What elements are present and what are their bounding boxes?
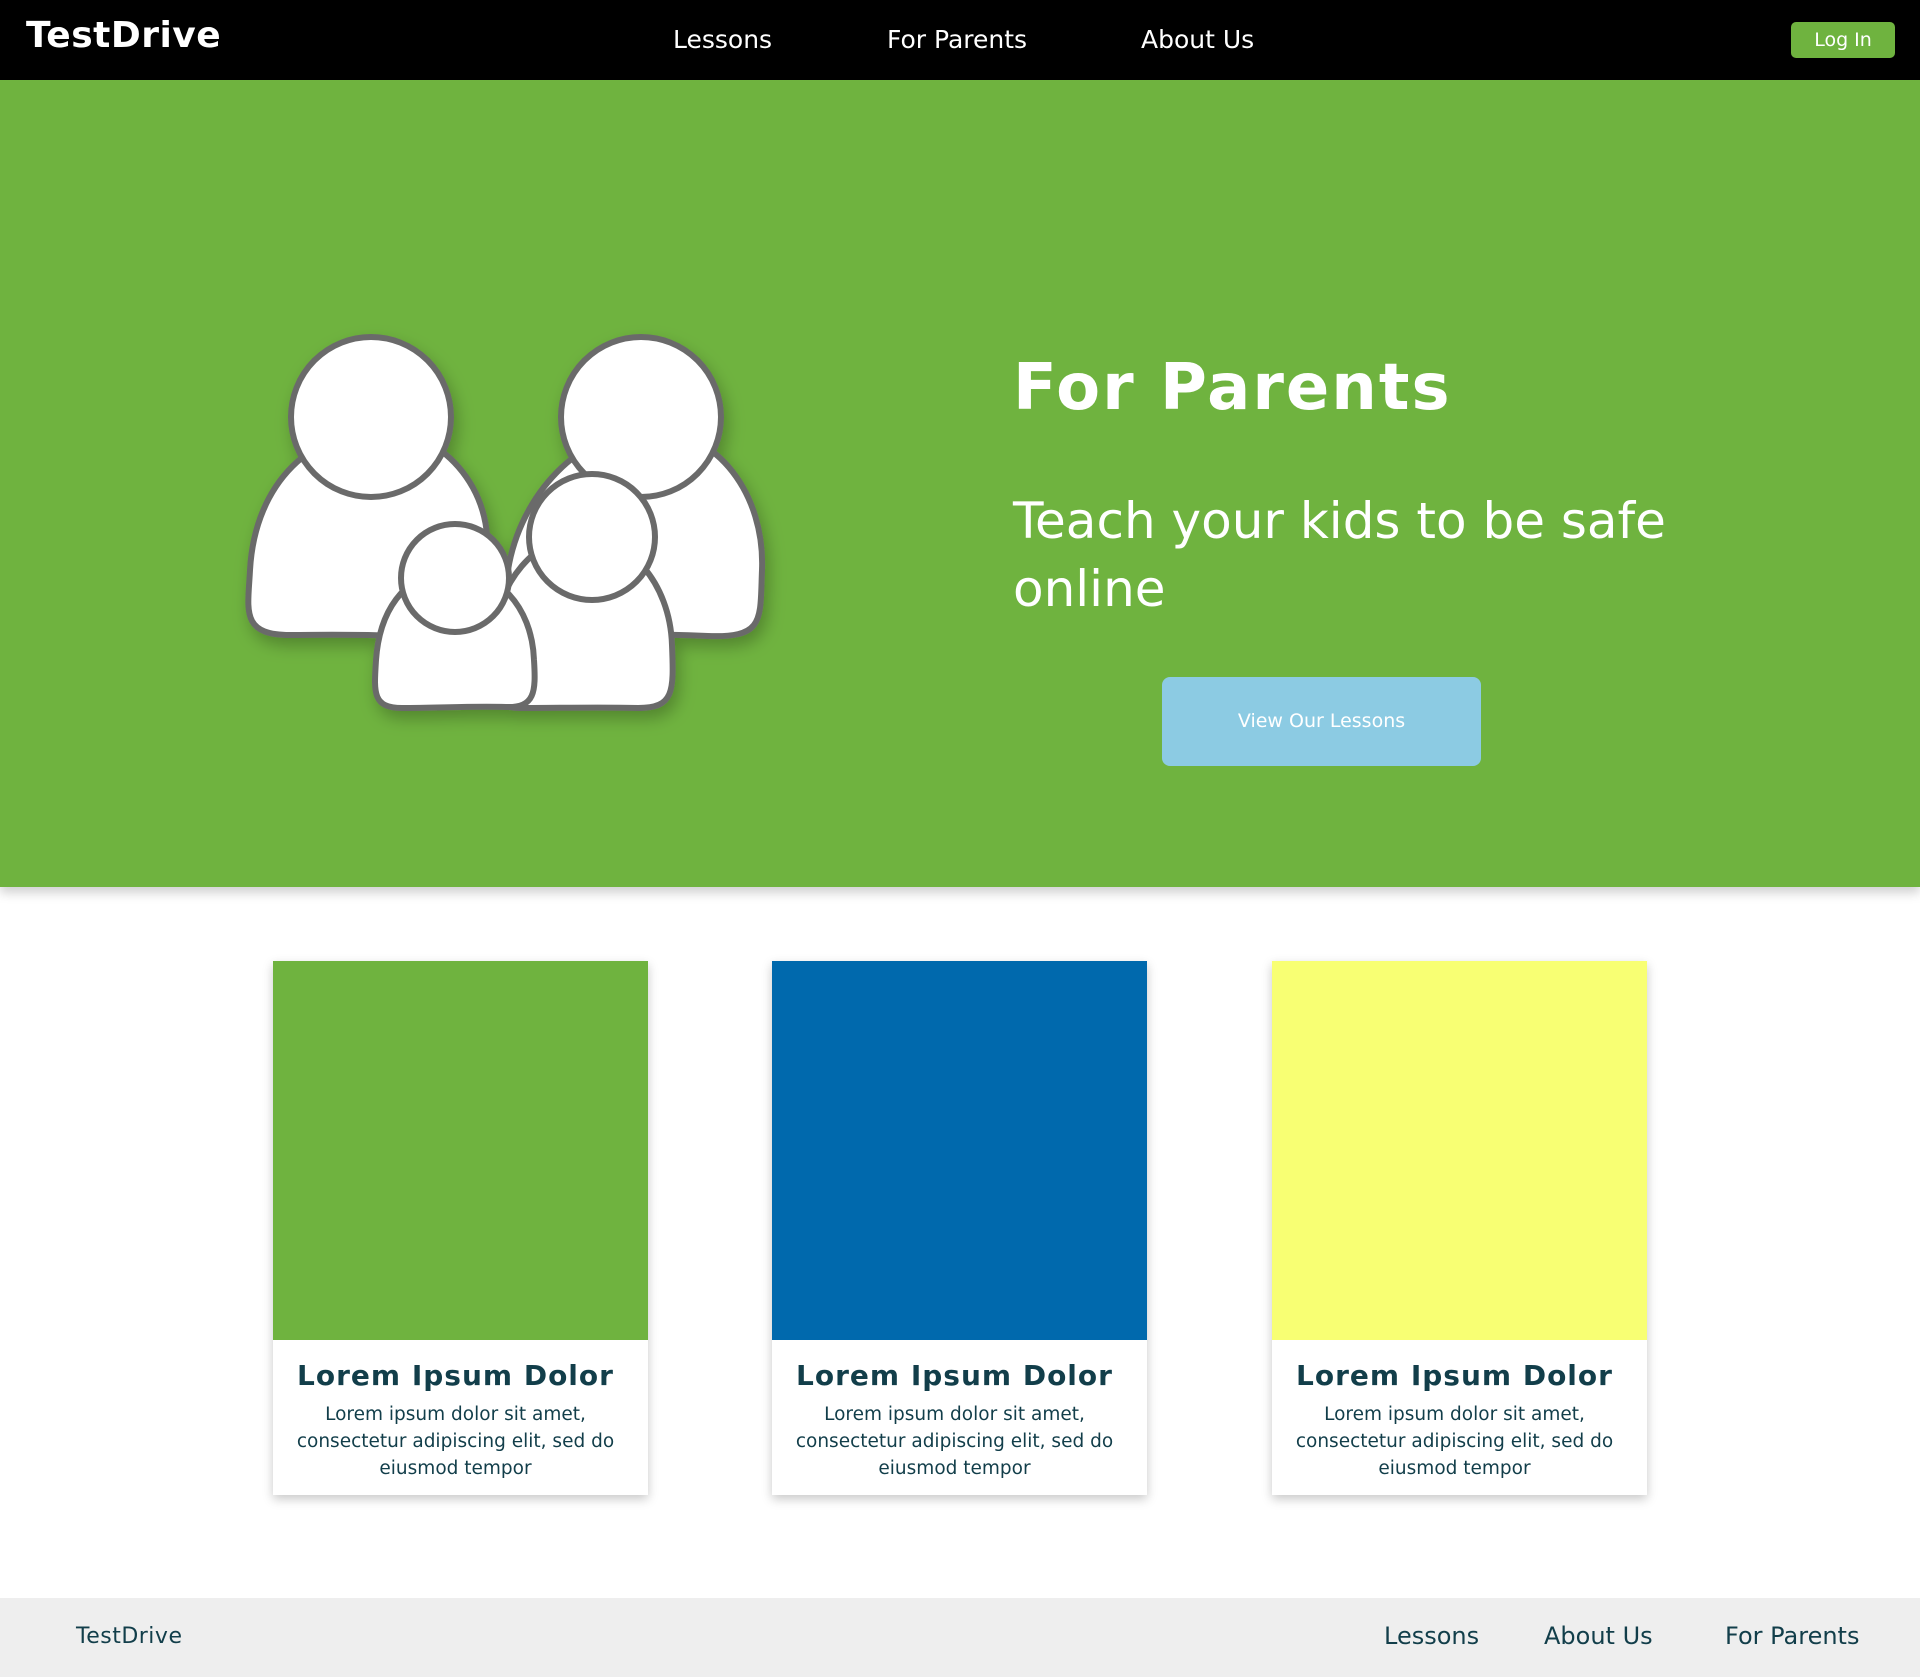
card-title: Lorem Ipsum Dolor [1296,1359,1613,1392]
footer-link-about-us[interactable]: About Us [1544,1620,1653,1652]
hero-section: For Parents Teach your kids to be safe o… [0,80,1920,887]
card-color-swatch [1272,961,1647,1340]
hero-subtitle: Teach your kids to be safe online [1013,492,1666,618]
footer-link-for-parents[interactable]: For Parents [1725,1620,1859,1652]
nav-link-about-us[interactable]: About Us [1141,24,1254,56]
top-navigation: TestDrive Lessons For Parents About Us L… [0,0,1920,80]
card-color-swatch [772,961,1147,1340]
hero-title: For Parents [1013,351,1452,425]
card-description: Lorem ipsum dolor sit amet, consectetur … [1295,1404,1614,1479]
view-lessons-button[interactable]: View Our Lessons [1162,677,1481,766]
feature-card[interactable]: Lorem Ipsum Dolor Lorem ipsum dolor sit … [1272,961,1647,1495]
family-icon [230,320,790,800]
feature-card[interactable]: Lorem Ipsum Dolor Lorem ipsum dolor sit … [273,961,648,1495]
footer-link-lessons[interactable]: Lessons [1384,1620,1479,1652]
card-description: Lorem ipsum dolor sit amet, consectetur … [795,1404,1114,1479]
card-title: Lorem Ipsum Dolor [796,1359,1113,1392]
card-title: Lorem Ipsum Dolor [297,1359,614,1392]
nav-link-lessons[interactable]: Lessons [673,24,772,56]
footer: TestDrive Lessons About Us For Parents [0,1598,1920,1677]
login-button[interactable]: Log In [1791,22,1895,58]
brand-logo[interactable]: TestDrive [26,14,221,58]
feature-card[interactable]: Lorem Ipsum Dolor Lorem ipsum dolor sit … [772,961,1147,1495]
card-color-swatch [273,961,648,1340]
footer-brand[interactable]: TestDrive [76,1622,182,1652]
nav-link-for-parents[interactable]: For Parents [887,24,1027,56]
card-description: Lorem ipsum dolor sit amet, consectetur … [296,1404,615,1479]
